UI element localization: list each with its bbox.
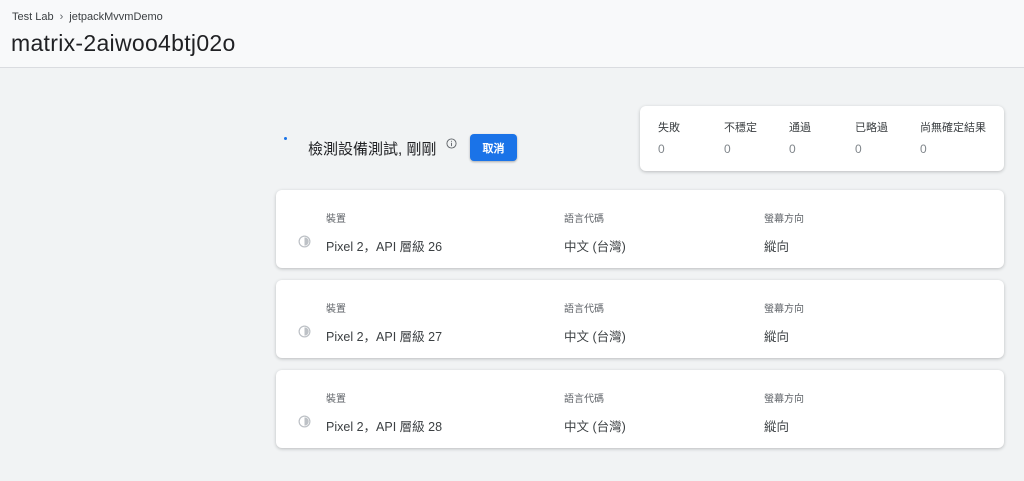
device-label: 裝置 [326,304,346,315]
orientation-label: 螢幕方向 [764,304,804,315]
device-value: Pixel 2，API 層級 28 [326,420,443,434]
pending-icon [298,235,311,248]
device-label: 裝置 [326,214,346,225]
page-header: Test Lab › jetpackMvvmDemo matrix-2aiwoo… [0,0,1024,68]
results-summary: 失敗 0 不穩定 0 通過 0 已略過 0 尚無確定結果 0 [640,106,1004,171]
device-column: 裝置 Pixel 2，API 層級 27 [326,300,442,345]
progress-spinner-icon [284,137,287,140]
test-status-text: 檢測設備測試, 剛剛 [308,141,437,158]
locale-value: 中文 (台灣) [564,330,626,344]
locale-label: 語言代碼 [564,214,604,225]
pending-icon [298,325,311,338]
pending-icon [298,415,311,428]
cancel-button[interactable]: 取消 [470,134,517,161]
stat-passed: 通過 0 [789,119,811,156]
locale-column: 語言代碼 中文 (台灣) [564,300,626,345]
stat-value: 0 [658,142,665,156]
chevron-right-icon: › [59,11,64,23]
stat-label: 通過 [789,122,811,134]
info-icon[interactable] [446,138,457,149]
orientation-value: 縱向 [764,240,790,254]
locale-label: 語言代碼 [564,394,604,405]
stat-value: 0 [920,142,927,156]
stat-flaky: 不穩定 0 [724,119,757,156]
stat-value: 0 [724,142,731,156]
device-card[interactable]: 裝置 Pixel 2，API 層級 28 語言代碼 中文 (台灣) 螢幕方向 縱… [276,370,1004,448]
stat-value: 0 [855,142,862,156]
device-column: 裝置 Pixel 2，API 層級 26 [326,210,442,255]
orientation-column: 螢幕方向 縱向 [764,210,804,255]
stat-label: 失敗 [658,122,680,134]
device-value: Pixel 2，API 層級 26 [326,240,443,254]
device-card[interactable]: 裝置 Pixel 2，API 層級 27 語言代碼 中文 (台灣) 螢幕方向 縱… [276,280,1004,358]
locale-value: 中文 (台灣) [564,420,626,434]
breadcrumb-test-lab[interactable]: Test Lab [12,11,54,23]
device-value: Pixel 2，API 層級 27 [326,330,443,344]
orientation-column: 螢幕方向 縱向 [764,300,804,345]
stat-label: 尚無確定結果 [920,122,986,134]
orientation-label: 螢幕方向 [764,394,804,405]
stat-inconclusive: 尚無確定結果 0 [920,119,986,156]
orientation-value: 縱向 [764,420,790,434]
device-card[interactable]: 裝置 Pixel 2，API 層級 26 語言代碼 中文 (台灣) 螢幕方向 縱… [276,190,1004,268]
orientation-value: 縱向 [764,330,790,344]
locale-label: 語言代碼 [564,304,604,315]
breadcrumb: Test Lab › jetpackMvvmDemo [12,11,163,23]
device-label: 裝置 [326,394,346,405]
orientation-label: 螢幕方向 [764,214,804,225]
breadcrumb-project[interactable]: jetpackMvvmDemo [69,11,163,23]
page-title: matrix-2aiwoo4btj02o [11,30,236,56]
stat-label: 已略過 [855,122,888,134]
stat-failed: 失敗 0 [658,119,680,156]
orientation-column: 螢幕方向 縱向 [764,390,804,435]
device-column: 裝置 Pixel 2，API 層級 28 [326,390,442,435]
stat-skipped: 已略過 0 [855,119,888,156]
stat-value: 0 [789,142,796,156]
locale-value: 中文 (台灣) [564,240,626,254]
locale-column: 語言代碼 中文 (台灣) [564,210,626,255]
locale-column: 語言代碼 中文 (台灣) [564,390,626,435]
stat-label: 不穩定 [724,122,757,134]
